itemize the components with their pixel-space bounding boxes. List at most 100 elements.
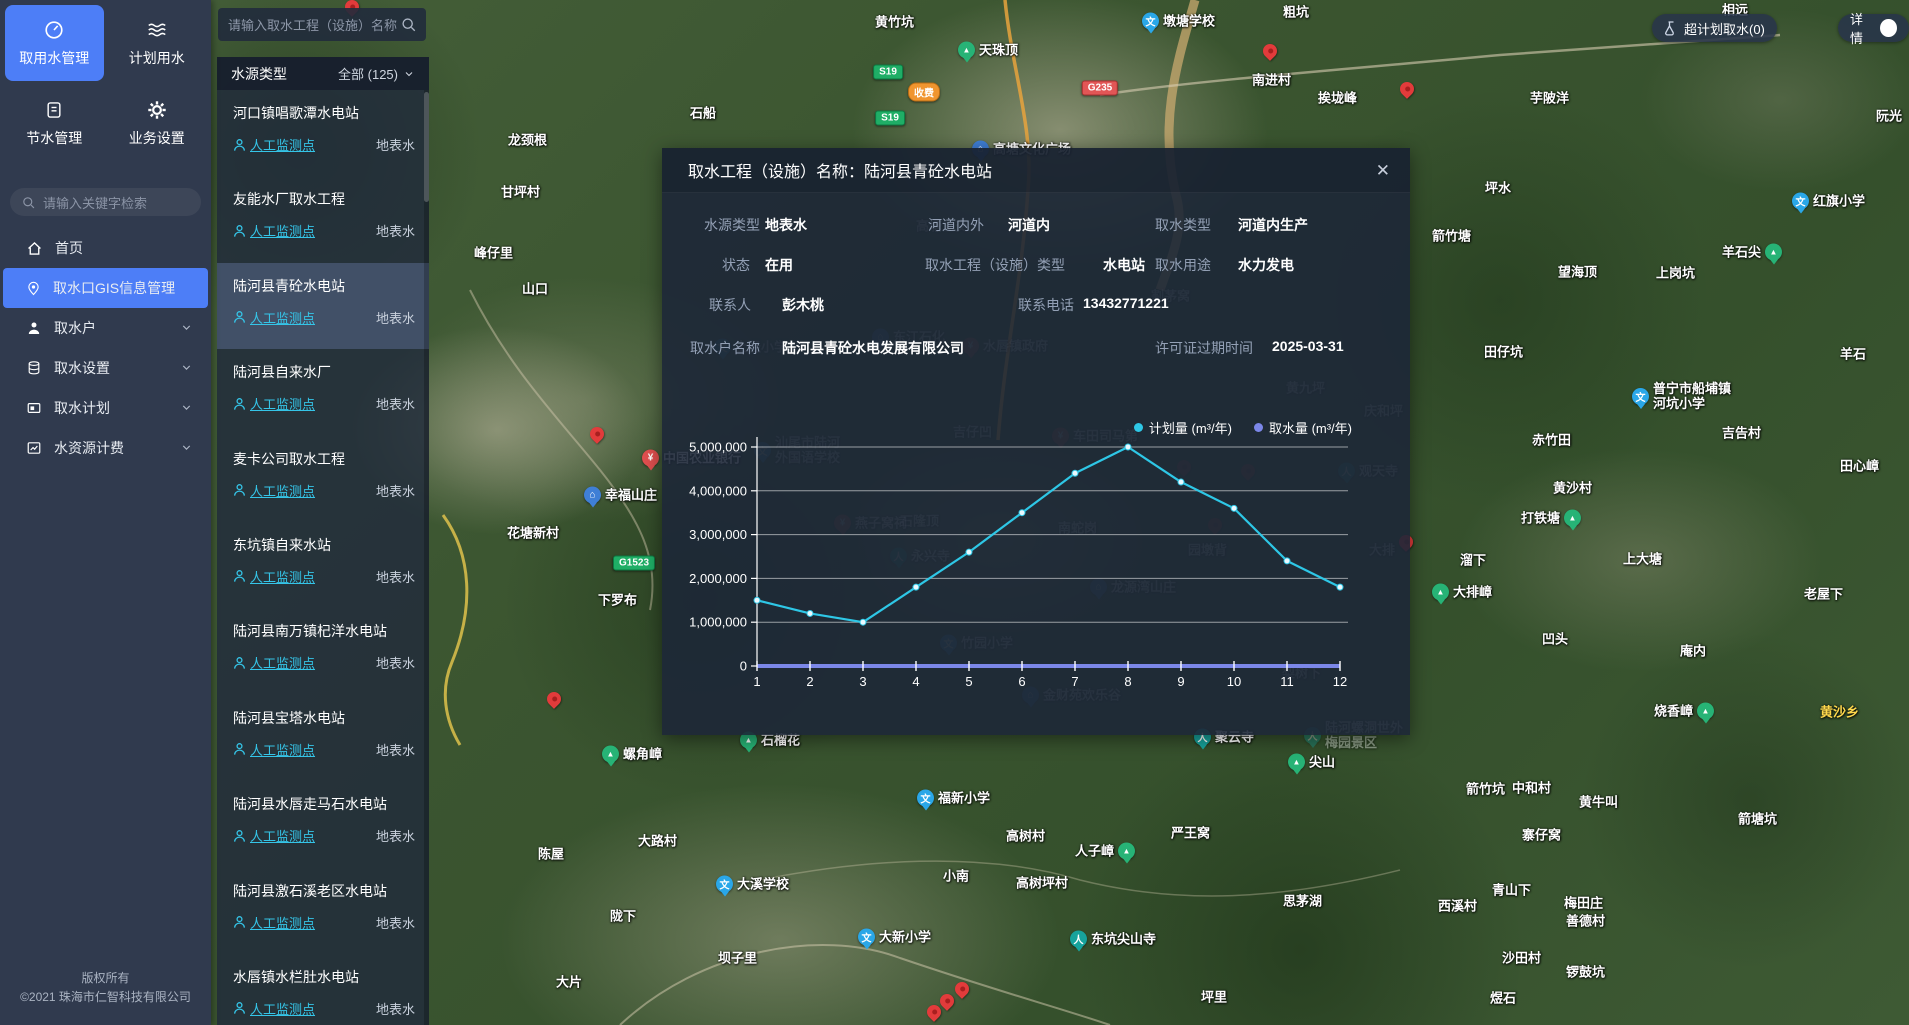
manual-monitor-link[interactable]: 人工监测点 <box>233 999 315 1018</box>
station-name: 陆河县激石溪老区水电站 <box>233 881 415 901</box>
map-label: 上岗坑 <box>1656 266 1695 281</box>
list-item[interactable]: 陆河县南万镇杞洋水电站人工监测点地表水 <box>217 608 429 694</box>
map-label: ▲烧香嶂 <box>1654 703 1714 720</box>
sidebar-item-2[interactable]: 取水口GIS信息管理 <box>3 268 208 308</box>
person-icon <box>233 224 246 238</box>
poi-blue-marker-icon: ⌂ <box>584 487 601 504</box>
list-scrollbar[interactable] <box>424 90 429 1025</box>
map-label-line: 羊石尖 <box>1722 245 1761 260</box>
x-tick-label: 12 <box>1333 674 1347 689</box>
module-tile-4[interactable]: 业务设置 <box>108 85 207 161</box>
map-label: ▲大排嶂 <box>1432 584 1492 601</box>
map-label: 大片 <box>556 975 582 990</box>
map-label: 黄牛叫 <box>1579 795 1618 810</box>
map-label-text: 梅田庄 <box>1564 896 1603 911</box>
map-label-line: 大片 <box>556 975 582 990</box>
manual-monitor-link[interactable]: 人工监测点 <box>233 481 315 500</box>
scrollbar-thumb[interactable] <box>424 92 429 202</box>
module-tile-label: 取用水管理 <box>19 48 89 68</box>
manual-monitor-link[interactable]: 人工监测点 <box>233 567 315 586</box>
map-label-text: 坝子里 <box>718 951 757 966</box>
map-label: 峰仔里 <box>474 246 513 261</box>
map-label-text: 田心嶂 <box>1840 459 1879 474</box>
water-type-label: 地表水 <box>376 308 415 327</box>
station-name: 陆河县自来水厂 <box>233 362 415 382</box>
sidebar-search-input[interactable]: 请输入关键字检索 <box>10 188 201 216</box>
station-meta: 人工监测点地表水 <box>233 653 415 672</box>
toggle-knob[interactable] <box>1880 19 1897 37</box>
station-meta: 人工监测点地表水 <box>233 135 415 154</box>
list-item[interactable]: 陆河县青砼水电站人工监测点地表水 <box>217 263 429 349</box>
sidebar-item-3[interactable]: 取水户 <box>0 308 211 348</box>
list-item[interactable]: 陆河县水唇走马石水电站人工监测点地表水 <box>217 781 429 867</box>
map-label-line: 上岗坑 <box>1656 266 1695 281</box>
map-label-text: 赤竹田 <box>1532 433 1571 448</box>
map-label-line: 螺角嶂 <box>623 747 662 762</box>
map-label-text: 高树坪村 <box>1016 876 1068 891</box>
map-label-line: 粗坑 <box>1283 5 1309 20</box>
map-label-line: 羊石 <box>1840 347 1866 362</box>
detail-toggle[interactable]: 详情 <box>1838 14 1909 42</box>
module-tile-1[interactable]: 取用水管理 <box>5 5 104 81</box>
station-name: 河口镇唱歌潭水电站 <box>233 103 415 123</box>
person-icon <box>233 483 246 497</box>
map-label-text: 龙颈根 <box>508 133 547 148</box>
map-label-text: 黄沙乡 <box>1820 705 1859 720</box>
person-icon <box>233 138 246 152</box>
sidebar-item-6[interactable]: 水资源计费 <box>0 428 211 468</box>
map-label-line: 青山下 <box>1492 883 1531 898</box>
sidebar-item-4[interactable]: 取水设置 <box>0 348 211 388</box>
map-label-line: 老屋下 <box>1804 587 1843 602</box>
sidebar-item-label: 取水设置 <box>54 358 110 378</box>
station-list-panel: 水源类型 全部 (125) 河口镇唱歌潭水电站人工监测点地表水友能水厂取水工程人… <box>217 57 429 1025</box>
manual-monitor-link[interactable]: 人工监测点 <box>233 913 315 932</box>
station-search-input[interactable]: 请输入取水工程（设施）名称 <box>218 8 426 41</box>
data-point <box>913 584 919 590</box>
temple-marker-icon: 人 <box>1070 931 1087 948</box>
close-icon[interactable]: ✕ <box>1376 162 1390 179</box>
map-label-line: 幸福山庄 <box>605 488 657 503</box>
manual-monitor-link[interactable]: 人工监测点 <box>233 308 315 327</box>
sidebar-item-5[interactable]: 取水计划 <box>0 388 211 428</box>
map-label-text: 箭竹塘 <box>1432 229 1471 244</box>
manual-monitor-link[interactable]: 人工监测点 <box>233 740 315 759</box>
list-item[interactable]: 陆河县自来水厂人工监测点 地表水 <box>217 349 429 435</box>
billing-icon <box>26 440 42 456</box>
list-item[interactable]: 陆河县宝塔水电站人工监测点地表水 <box>217 695 429 781</box>
manual-monitor-link[interactable]: 人工监测点 <box>233 135 315 154</box>
manual-monitor-link[interactable]: 人工监测点 <box>233 394 315 413</box>
map-label: 黄沙乡 <box>1820 705 1859 720</box>
list-item[interactable]: 友能水厂取水工程人工监测点地表水 <box>217 176 429 262</box>
map-label-line: 坪里 <box>1201 990 1227 1005</box>
list-item[interactable]: 陆河县激石溪老区水电站人工监测点地表水 <box>217 868 429 954</box>
detail-toggle-label: 详情 <box>1850 9 1874 47</box>
map-label-text: 打铁塘 <box>1521 511 1560 526</box>
manual-monitor-link[interactable]: 人工监测点 <box>233 826 315 845</box>
list-item[interactable]: 麦卡公司取水工程人工监测点地表水 <box>217 436 429 522</box>
over-plan-intake-button[interactable]: 超计划取水(0) <box>1652 14 1777 42</box>
station-meta: 人工监测点地表水 <box>233 999 415 1018</box>
map-label: 阮光 <box>1876 109 1902 124</box>
gear-icon <box>146 99 168 121</box>
filter-dropdown[interactable]: 全部 (125) <box>338 64 415 83</box>
monitor-label: 人工监测点 <box>250 481 315 500</box>
map-label-text: 黄沙村 <box>1553 481 1592 496</box>
search-icon[interactable] <box>401 17 416 32</box>
data-point <box>1231 505 1237 511</box>
manual-monitor-link[interactable]: 人工监测点 <box>233 653 315 672</box>
map-label-line: 黄竹坑 <box>875 15 914 30</box>
map-label-line: 红旗小学 <box>1813 194 1865 209</box>
module-tile-2[interactable]: 计划用水 <box>108 5 207 81</box>
module-tile-3[interactable]: 节水管理 <box>5 85 104 161</box>
water-type-label: 地表水 <box>376 394 415 413</box>
sidebar-item-label: 水资源计费 <box>54 438 124 458</box>
list-item[interactable]: 河口镇唱歌潭水电站人工监测点地表水 <box>217 90 429 176</box>
manual-monitor-link[interactable]: 人工监测点 <box>233 221 315 240</box>
map-label-line: 高树村 <box>1006 829 1045 844</box>
list-item[interactable]: 水唇镇水栏肚水电站人工监测点地表水 <box>217 954 429 1025</box>
map-label-line: 普宁市船埔镇 <box>1653 381 1731 396</box>
list-item[interactable]: 东坑镇自来水站人工监测点地表水 <box>217 522 429 608</box>
sidebar-item-1[interactable]: 首页 <box>0 228 211 268</box>
map-label-text: 沙田村 <box>1502 951 1541 966</box>
map-label-line: 寨仔窝 <box>1522 828 1561 843</box>
